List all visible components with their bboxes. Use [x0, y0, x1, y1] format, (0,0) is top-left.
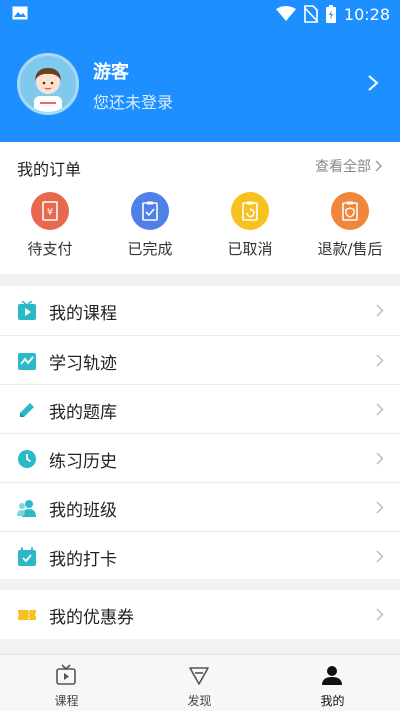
view-all-label: 查看全部	[315, 159, 371, 175]
user-icon	[322, 666, 342, 685]
coupon-menu: 我的优惠券	[0, 590, 400, 639]
menu-item-practice-history[interactable]: 练习历史	[0, 433, 400, 482]
order-completed[interactable]: 已完成	[110, 192, 190, 259]
completed-icon	[131, 192, 169, 230]
profile-menu: 我的课程 学习轨迹 我的题库 练习历史 我的班级 我的打卡	[0, 286, 400, 579]
bottom-tab-bar: 课程 发现 我的	[0, 654, 400, 711]
chevron-right-icon	[376, 550, 384, 563]
chevron-right-icon	[376, 304, 384, 317]
learning-track-icon	[18, 353, 36, 370]
chevron-right-icon	[376, 354, 384, 367]
course-play-icon	[18, 301, 36, 320]
orders-card: 我的订单 查看全部 ¥ 待支付 已完成 已取消 退款/售后	[0, 142, 400, 274]
wifi-icon	[275, 6, 296, 21]
order-refund[interactable]: 退款/售后	[310, 192, 390, 259]
pencil-icon	[20, 403, 34, 417]
menu-item-label: 我的班级	[49, 501, 117, 521]
order-cancelled[interactable]: 已取消	[210, 192, 290, 259]
class-people-icon	[17, 500, 36, 517]
chevron-right-icon	[376, 403, 384, 416]
tv-play-icon	[56, 664, 76, 685]
menu-item-label: 我的打卡	[49, 550, 117, 570]
menu-item-label: 学习轨迹	[49, 354, 117, 374]
clock-icon	[18, 450, 36, 468]
tab-courses[interactable]: 课程	[0, 655, 133, 711]
order-label: 已完成	[127, 240, 173, 258]
svg-text:¥: ¥	[47, 207, 53, 218]
view-all-orders-link[interactable]: 查看全部	[315, 156, 382, 176]
tab-mine[interactable]: 我的	[266, 655, 399, 711]
tab-discover[interactable]: 发现	[133, 655, 266, 711]
coupon-icon	[18, 610, 36, 620]
avatar[interactable]	[17, 53, 79, 115]
chevron-right-icon[interactable]	[366, 74, 380, 92]
menu-item-label: 我的课程	[49, 304, 117, 324]
menu-item-check-in[interactable]: 我的打卡	[0, 531, 400, 580]
status-bar: 10:28	[0, 0, 400, 28]
menu-item-label: 我的题库	[49, 403, 117, 423]
menu-item-label: 我的优惠券	[49, 608, 134, 628]
profile-row[interactable]: 游客 您还未登录	[0, 50, 400, 120]
profile-header: 10:28 游客 您还未登录	[0, 0, 400, 142]
no-sim-icon	[303, 5, 318, 23]
refund-icon	[331, 192, 369, 230]
menu-item-coupons[interactable]: 我的优惠券	[0, 590, 400, 639]
checkin-calendar-icon	[18, 547, 36, 566]
orders-title: 我的订单	[17, 160, 82, 179]
menu-item-learning-track[interactable]: 学习轨迹	[0, 335, 400, 384]
boy-avatar-icon	[34, 68, 62, 112]
order-label: 已取消	[227, 240, 273, 258]
battery-charging-icon	[325, 5, 336, 23]
order-label: 待支付	[27, 240, 73, 258]
tab-label: 我的	[320, 694, 345, 708]
chevron-right-icon	[375, 160, 382, 172]
pending-payment-icon: ¥	[31, 192, 69, 230]
chevron-right-icon	[376, 608, 384, 621]
chevron-right-icon	[376, 501, 384, 514]
login-hint: 您还未登录	[93, 93, 174, 112]
user-name: 游客	[93, 62, 129, 83]
clock-time: 10:28	[343, 4, 390, 24]
gallery-notification-icon	[12, 6, 28, 20]
order-pending-payment[interactable]: ¥ 待支付	[10, 192, 90, 259]
menu-item-label: 练习历史	[49, 452, 117, 472]
tab-label: 课程	[54, 694, 79, 708]
menu-item-my-class[interactable]: 我的班级	[0, 482, 400, 531]
tab-label: 发现	[187, 694, 212, 708]
discover-icon	[189, 667, 209, 685]
order-label: 退款/售后	[317, 240, 383, 258]
menu-item-my-courses[interactable]: 我的课程	[0, 286, 400, 335]
menu-item-question-bank[interactable]: 我的题库	[0, 384, 400, 433]
cancelled-icon	[231, 192, 269, 230]
chevron-right-icon	[376, 452, 384, 465]
